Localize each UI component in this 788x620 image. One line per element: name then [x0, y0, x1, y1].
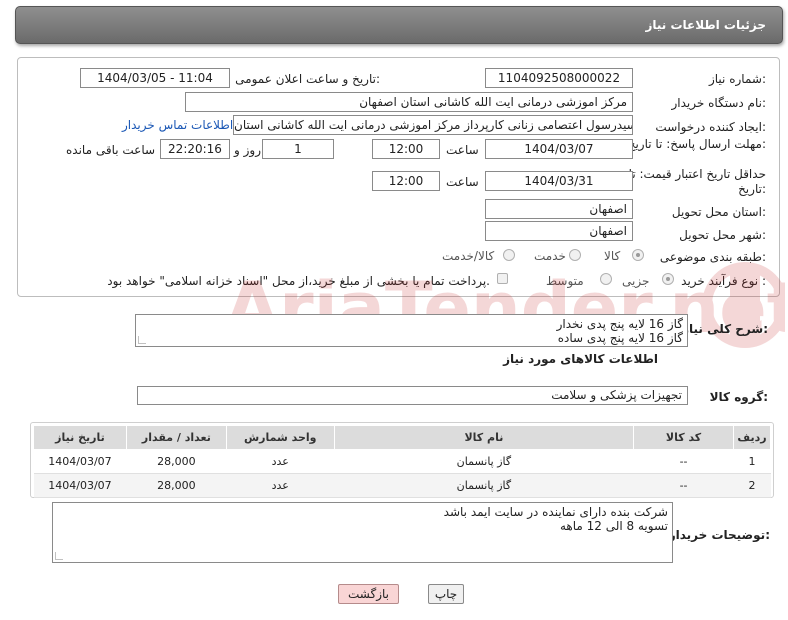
process-label: نوع فرآیند خرید :: [681, 274, 766, 288]
table-row[interactable]: 1404/03/07 28,000 عدد گاز پانسمان -- 2: [33, 473, 771, 498]
price-validity-label: حداقل تاریخ اعتبار قیمت: تا تاریخ:: [628, 167, 766, 196]
cell-code: --: [633, 473, 734, 498]
process-option-minor: جزیی: [622, 274, 650, 288]
contact-buyer-link[interactable]: اطلاعات تماس خریدار: [122, 118, 233, 132]
cell-qty: 28,000: [126, 473, 227, 498]
goods-table: تاریخ نیاز تعداد / مقدار واحد شمارش نام …: [33, 425, 772, 498]
col-need-date: تاریخ نیاز: [33, 425, 127, 450]
province-field[interactable]: اصفهان: [485, 199, 633, 219]
back-button[interactable]: بازگشت: [338, 584, 399, 604]
deadline-time-field[interactable]: 12:00: [372, 139, 440, 159]
cell-date: 1404/03/07: [33, 473, 127, 498]
col-qty: تعداد / مقدار: [125, 425, 227, 450]
province-label: استان محل تحویل:: [671, 205, 766, 219]
col-unit: واحد شمارش: [225, 425, 335, 450]
need-number-label: شماره نیاز:: [708, 72, 766, 86]
buyer-notes-line-1: شرکت بنده دارای نماینده در سایت ایمد باش…: [443, 505, 668, 519]
deadline-date-field[interactable]: 1404/03/07: [485, 139, 633, 159]
page-header: جزئیات اطلاعات نیاز: [15, 6, 783, 44]
category-option-both: کالا/خدمت: [442, 249, 495, 263]
process-radio-minor[interactable]: [662, 273, 674, 285]
cell-name: گاز پانسمان: [334, 473, 634, 498]
price-date-field[interactable]: 1404/03/31: [485, 171, 633, 191]
goods-table-header: تاریخ نیاز تعداد / مقدار واحد شمارش نام …: [33, 425, 772, 450]
cell-unit: عدد: [226, 449, 335, 474]
cell-index: 1: [733, 449, 771, 474]
description-label: شرح کلی نیاز:: [682, 322, 768, 336]
days-field[interactable]: 1: [262, 139, 334, 159]
remaining-time-field[interactable]: 22:20:16: [160, 139, 230, 159]
cell-index: 2: [733, 473, 771, 498]
deadline-label: مهلت ارسال پاسخ: تا تاریخ:: [627, 137, 766, 151]
category-option-goods: کالا: [604, 249, 621, 263]
buyer-notes-label: توضیحات خریدار:: [668, 528, 770, 542]
col-name: نام کالا: [333, 425, 635, 450]
category-option-service: خدمت: [534, 249, 566, 263]
buyer-org-label: نام دستگاه خریدار:: [671, 96, 767, 110]
page-title: جزئیات اطلاعات نیاز: [645, 18, 766, 32]
description-textarea[interactable]: گاز 16 لایه پنج پدی نخدار گاز 16 لایه پن…: [135, 314, 688, 347]
announce-label: تاریخ و ساعت اعلان عمومی:: [235, 72, 380, 86]
category-radio-goods[interactable]: [632, 249, 644, 261]
days-label: روز و: [234, 143, 261, 157]
category-label: طبقه بندی موضوعی:: [659, 250, 766, 264]
process-option-medium: متوسط: [546, 274, 584, 288]
print-button[interactable]: چاپ: [428, 584, 464, 604]
price-time-field[interactable]: 12:00: [372, 171, 440, 191]
category-radio-both[interactable]: [503, 249, 515, 261]
buyer-notes-textarea[interactable]: شرکت بنده دارای نماینده در سایت ایمد باش…: [52, 502, 673, 563]
resize-grip-icon[interactable]: [138, 336, 146, 344]
buyer-notes-line-2: تسویه 8 الی 12 ماهه: [559, 519, 668, 533]
cell-code: --: [633, 449, 734, 474]
table-row[interactable]: 1404/03/07 28,000 عدد گاز پانسمان -- 1: [33, 449, 771, 474]
cell-qty: 28,000: [126, 449, 227, 474]
creator-field[interactable]: سیدرسول اعتصامی زنانی کارپرداز مرکز اموز…: [233, 115, 633, 135]
payment-note: پرداخت تمام یا بخشی از مبلغ خرید،از محل …: [107, 274, 490, 288]
cell-date: 1404/03/07: [33, 449, 127, 474]
resize-grip-icon[interactable]: [55, 552, 63, 560]
announce-field[interactable]: 1404/03/05 - 11:04: [80, 68, 230, 88]
goods-section-title: اطلاعات کالاهای مورد نیاز: [503, 352, 658, 366]
city-label: شهر محل تحویل:: [679, 228, 766, 242]
need-number-field[interactable]: 1104092508000022: [485, 68, 633, 88]
city-field[interactable]: اصفهان: [485, 221, 633, 241]
cell-name: گاز پانسمان: [334, 449, 634, 474]
price-time-label: ساعت: [446, 175, 479, 189]
goods-group-field[interactable]: تجهیزات پزشکی و سلامت: [137, 386, 688, 405]
col-index: ردیف: [732, 425, 772, 450]
description-line-2: گاز 16 لایه پنج پدی ساده: [557, 331, 683, 345]
goods-group-label: گروه کالا:: [709, 390, 768, 404]
cell-unit: عدد: [226, 473, 335, 498]
remaining-label: ساعت باقی مانده: [66, 143, 156, 157]
creator-label: ایجاد کننده درخواست:: [655, 120, 766, 134]
process-radio-medium[interactable]: [600, 273, 612, 285]
treasury-checkbox[interactable]: [497, 273, 508, 284]
col-code: کد کالا: [633, 425, 734, 450]
category-radio-service[interactable]: [569, 249, 581, 261]
deadline-time-label: ساعت: [446, 143, 479, 157]
description-line-1: گاز 16 لایه پنج پدی نخدار: [556, 317, 683, 331]
buyer-org-field[interactable]: مرکز اموزشی درمانی ایت الله کاشانی استان…: [185, 92, 633, 112]
